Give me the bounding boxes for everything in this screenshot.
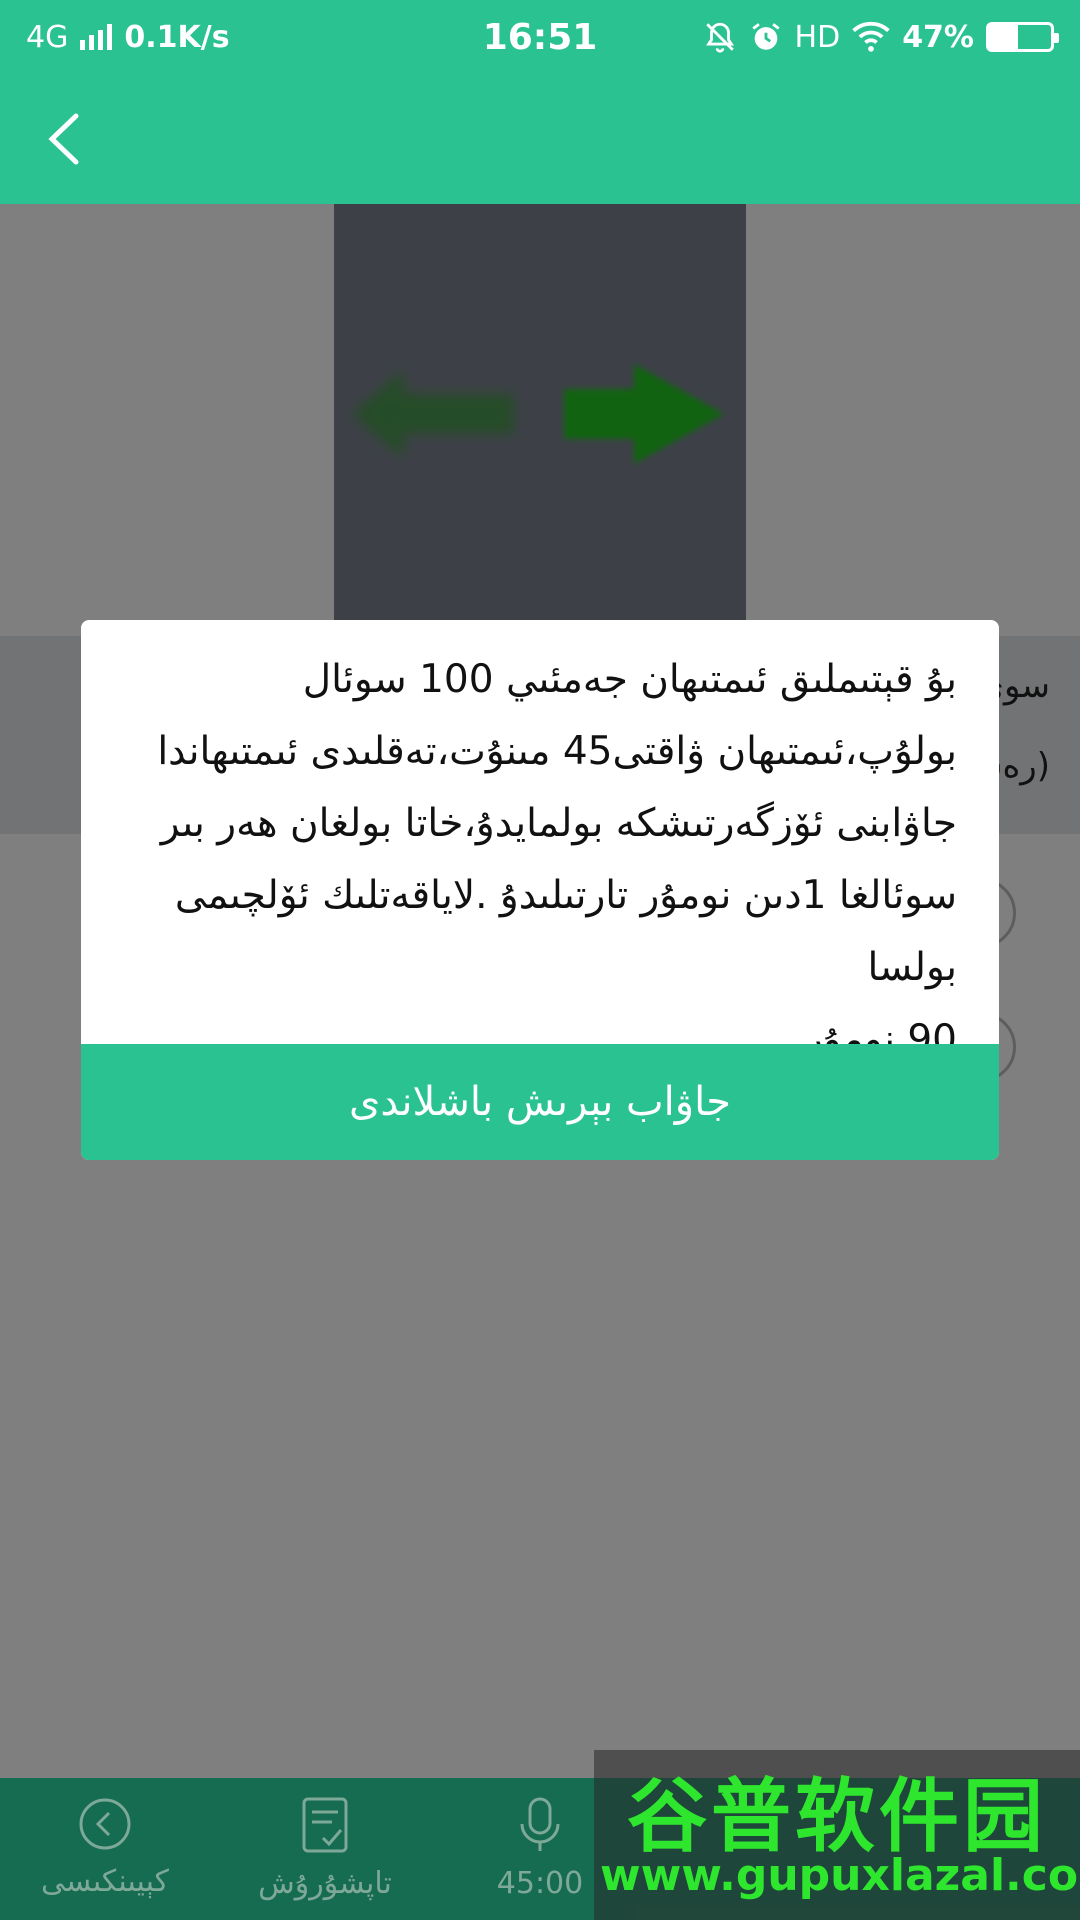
dialog-line-1: بۇ قېتىملىق ئىمتىھان جەمئىي 100 سوئال	[302, 657, 957, 702]
wifi-icon	[852, 21, 890, 52]
status-right: HD 47%	[703, 19, 1059, 55]
screen: 4G 0.1K/s 16:51 HD 47% كېيىنكىسى تاپشۇرۇ…	[0, 0, 1080, 1920]
exam-info-dialog: بۇ قېتىملىق ئىمتىھان جەمئىي 100 سوئال بو…	[81, 620, 999, 1160]
watermark-logo: 谷普软件园 www.gupuxlazal.com	[594, 1750, 1080, 1920]
battery-percent: 47%	[902, 19, 974, 55]
status-left: 4G 0.1K/s	[26, 20, 230, 55]
back-button[interactable]	[40, 104, 100, 174]
nav-next[interactable]: كېيىنكىسى	[10, 1796, 200, 1899]
chevron-left-circle-icon	[79, 1798, 131, 1850]
battery-icon	[986, 22, 1059, 52]
notifications-off-icon	[705, 22, 734, 53]
network-speed: 0.1K/s	[124, 19, 230, 55]
start-answering-button[interactable]: جاۋاب بېرىش باشلاندى	[81, 1044, 999, 1160]
app-header	[0, 74, 1080, 204]
microphone-icon	[520, 1797, 560, 1851]
submit-document-icon	[302, 1797, 348, 1853]
network-type: 4G	[26, 19, 69, 55]
dialog-line-3: جاۋابنى ئۆزگەرتىشكە بولمايدۇ،خاتا بولغان…	[160, 801, 957, 846]
dialog-message: بۇ قېتىملىق ئىمتىھان جەمئىي 100 سوئال بو…	[121, 644, 957, 1076]
alarm-icon	[751, 23, 780, 50]
dialog-line-2: بولۇپ،ئىمتىھان ۋاقتى45 مىنۇت،تەقلىدى ئىم…	[157, 729, 957, 774]
nav-submit[interactable]: تاپشۇرۇش	[230, 1796, 420, 1901]
dialog-line-4: سوئالغا 1دىن نومۇر تارتىلىدۇ .لاياقەتلىك…	[174, 873, 957, 990]
hd-indicator: HD	[794, 19, 841, 55]
nav-next-label: كېيىنكىسى	[41, 1864, 169, 1899]
chevron-left-icon	[48, 113, 79, 165]
nav-submit-label: تاپشۇرۇش	[258, 1866, 392, 1901]
status-bar: 4G 0.1K/s 16:51 HD 47%	[0, 0, 1080, 74]
battery-level	[989, 25, 1019, 49]
signal-icon	[80, 24, 113, 50]
watermark-url: www.gupuxlazal.com	[600, 1850, 1080, 1901]
